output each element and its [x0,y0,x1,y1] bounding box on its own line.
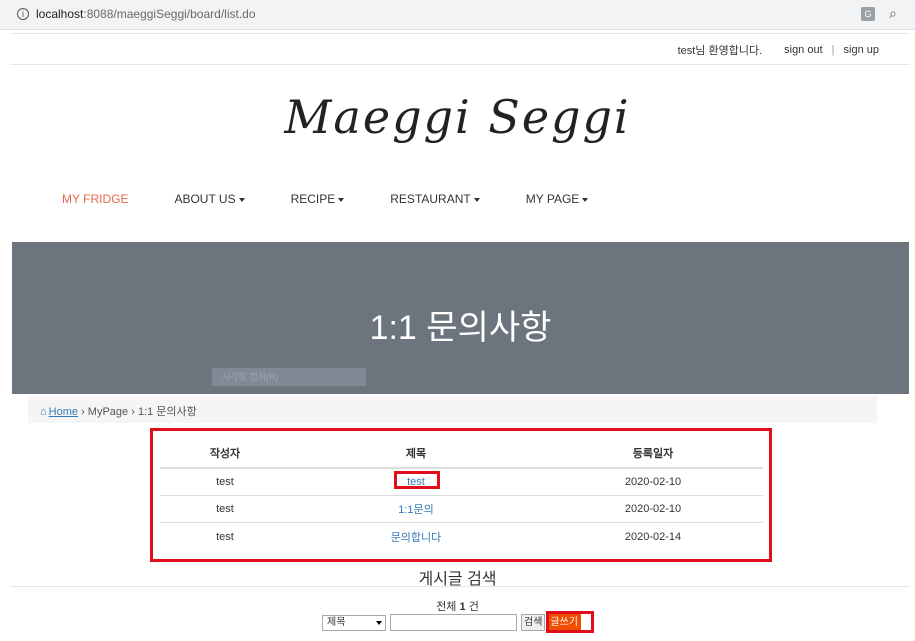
divider [10,33,910,34]
sign-up-link[interactable]: sign up [844,44,879,56]
caret-down-icon [238,197,245,202]
nav-label: ABOUT US [174,192,236,206]
welcome-text: test님 환영합니다. [677,45,763,57]
total-number: 1 [459,601,466,613]
nav-label: RESTAURANT [390,192,471,206]
header-writer: 작성자 [209,447,241,460]
breadcrumb-home[interactable]: Home [49,406,78,418]
caret-down-icon [338,197,345,202]
highlight-box [394,471,440,489]
cell-date: 2020-02-14 [624,530,682,543]
translate-icon[interactable]: G [861,7,875,21]
search-controls: 제목 검색 글쓰기 [322,614,582,631]
url-text[interactable]: localhost:8088/maeggiSeggi/board/list.do [36,7,256,21]
separator: | [831,44,835,56]
page-title: 1:1 문의사항 [369,309,552,347]
chevron-down-icon [376,620,382,625]
capture-tooltip: 사각형 캡처(R) [212,368,366,386]
breadcrumb: ⌂ Home › MyPage › 1:1 문의사항 [28,396,877,423]
cell-writer: test [216,503,234,515]
nav-about-us[interactable]: ABOUT US [174,192,245,206]
sign-out-link[interactable]: sign out [784,44,823,56]
total-suffix: 건 [468,601,479,613]
total-count: 전체 1 건 [0,598,915,614]
select-value: 제목 [327,616,346,628]
cell-title: 문의합니다 [290,523,542,550]
user-bar: test님 환영합니다. sign out | sign up [678,42,879,58]
header-title: 제목 [405,447,427,460]
breadcrumb-separator: › [131,406,135,418]
info-icon[interactable]: i [17,8,29,20]
cell-date: 2020-02-10 [624,503,682,515]
post-title-link[interactable]: 1:1문의 [398,501,434,517]
browser-address-bar[interactable]: i localhost:8088/maeggiSeggi/board/list.… [0,0,915,30]
header-date: 등록일자 [632,447,674,460]
caret-down-icon [473,197,480,202]
nav-my-page[interactable]: MY PAGE [526,192,589,206]
post-title-link[interactable]: 문의합니다 [391,529,442,545]
divider [10,64,910,65]
site-logo[interactable]: Maeggi Seggi [0,90,915,144]
table-header-row: 작성자 제목 등록일자 [160,438,763,469]
cell-title: 1:1문의 [290,496,542,522]
board-table-frame: 작성자 제목 등록일자 test test 2020-02-10 test 1:… [150,428,772,562]
breadcrumb-mypage[interactable]: MyPage [88,406,128,418]
table-row: test test 2020-02-10 [160,469,763,496]
breadcrumb-current: 1:1 문의사항 [137,406,197,418]
table-row: test 1:1문의 2020-02-10 [160,496,763,523]
cell-writer: test [216,476,234,488]
search-field-select[interactable]: 제목 [322,614,386,631]
main-nav: MY FRIDGE ABOUT US RECIPE RESTAURANT MY … [62,192,634,206]
nav-restaurant[interactable]: RESTAURANT [390,192,480,206]
nav-label: RECIPE [290,192,336,206]
divider [10,586,910,587]
url-path: :8088/maeggiSeggi/board/list.do [83,7,256,21]
nav-my-fridge[interactable]: MY FRIDGE [62,192,128,206]
nav-label: MY FRIDGE [62,192,129,206]
zoom-icon[interactable]: ⌕ [889,5,897,22]
home-icon: ⌂ [40,406,47,418]
board-table: 작성자 제목 등록일자 test test 2020-02-10 test 1:… [160,438,763,550]
cell-date: 2020-02-10 [624,476,682,488]
url-host: localhost [36,7,84,21]
nav-recipe[interactable]: RECIPE [291,192,345,206]
breadcrumb-separator: › [81,406,85,418]
search-button[interactable]: 검색 [521,614,546,631]
caret-down-icon [582,197,589,202]
highlight-box [546,611,594,633]
total-prefix: 전체 [436,601,457,613]
page-banner: 1:1 문의사항 사각형 캡처(R) [12,242,909,394]
search-input[interactable] [390,614,517,631]
nav-label: MY PAGE [525,192,580,206]
table-row: test 문의합니다 2020-02-14 [160,523,763,550]
cell-writer: test [216,530,234,543]
